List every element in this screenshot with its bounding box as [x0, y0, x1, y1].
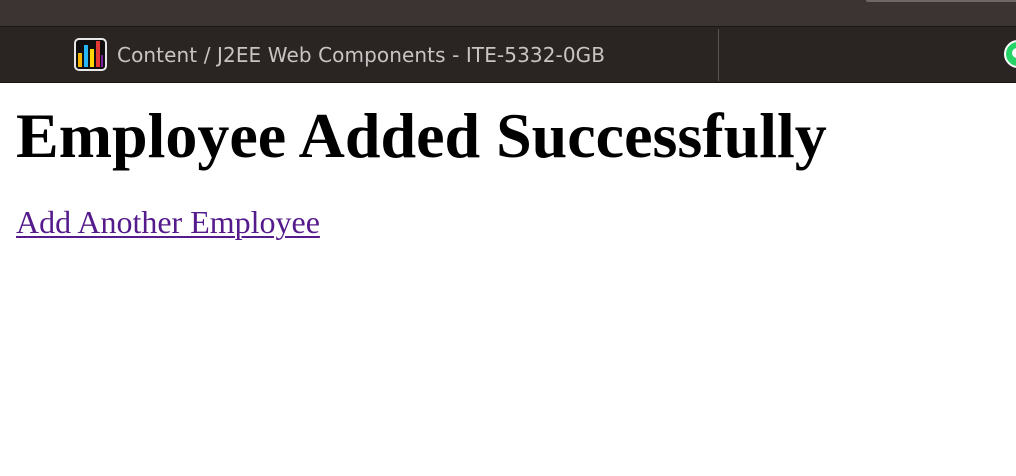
bar-chart-icon-bar — [96, 41, 100, 67]
page-content: Employee Added Successfully Add Another … — [16, 96, 827, 242]
bar-chart-icon — [74, 38, 107, 71]
bar-chart-icon-bar — [84, 45, 88, 67]
tab-strip-edge — [866, 0, 1016, 2]
bar-chart-icon-bar — [101, 55, 103, 67]
bookmarks-separator — [718, 29, 719, 81]
bookmark-item-j2ee-content[interactable]: Content / J2EE Web Components - ITE-5332… — [74, 37, 605, 72]
page-title: Employee Added Successfully — [16, 100, 827, 171]
bookmarks-bar: Content / J2EE Web Components - ITE-5332… — [0, 27, 1016, 83]
add-another-employee-link[interactable]: Add Another Employee — [16, 202, 320, 242]
browser-tab-strip — [0, 0, 1016, 27]
bookmark-label: Content / J2EE Web Components - ITE-5332… — [117, 42, 606, 67]
bar-chart-icon-bar — [78, 53, 82, 67]
bar-chart-icon-bar — [90, 49, 94, 67]
